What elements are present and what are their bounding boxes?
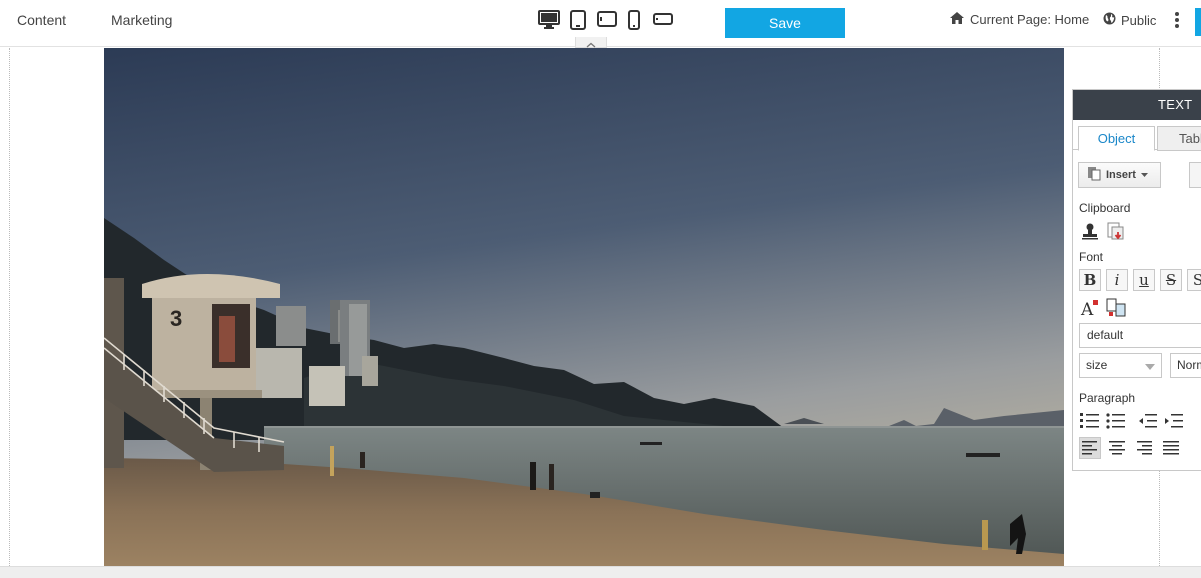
font-color-icon[interactable]: A (1079, 297, 1101, 319)
numbered-list-icon[interactable] (1079, 410, 1101, 432)
background-color-icon[interactable] (1105, 297, 1127, 319)
insert-button[interactable]: Insert (1078, 162, 1161, 188)
strikethrough-icon[interactable]: S (1160, 269, 1182, 291)
bulleted-list-icon[interactable] (1105, 410, 1127, 432)
current-page-label: Current Page: Home (970, 12, 1090, 27)
align-center-icon[interactable] (1106, 437, 1128, 459)
panel-tabs: Object Table (1073, 120, 1201, 151)
visibility-label: Public (1121, 12, 1157, 28)
chevron-up-icon (586, 42, 596, 48)
collapse-toolbar-button[interactable] (575, 37, 607, 48)
outdent-icon[interactable] (1137, 410, 1159, 432)
paste-from-word-icon[interactable] (1105, 220, 1127, 242)
italic-icon[interactable]: i (1106, 269, 1128, 291)
hero-image-beach[interactable]: 3 (104, 48, 1064, 566)
save-button[interactable]: Save (725, 8, 845, 38)
insert-label: Insert (1106, 169, 1136, 181)
desktop-icon[interactable] (538, 10, 560, 30)
align-right-icon[interactable] (1133, 437, 1155, 459)
superscript-icon[interactable]: S (1187, 269, 1201, 291)
panel-title: TEXT (1073, 90, 1201, 120)
underline-icon[interactable]: u (1133, 269, 1155, 291)
font-size-label: size (1086, 358, 1108, 372)
phone-portrait-icon[interactable] (628, 10, 640, 30)
caret-down-icon (1140, 169, 1148, 181)
secondary-insert-button[interactable] (1189, 162, 1201, 188)
bold-icon[interactable]: B (1079, 269, 1101, 291)
layout-guide-left (9, 48, 10, 578)
tablet-portrait-icon[interactable] (570, 10, 586, 30)
tab-table[interactable]: Table (1157, 126, 1201, 151)
tablet-landscape-icon[interactable] (597, 10, 617, 28)
svg-text:3: 3 (170, 306, 182, 331)
nav-content[interactable]: Content (17, 12, 66, 28)
nav-marketing[interactable]: Marketing (111, 12, 172, 28)
visibility-toggle[interactable]: Public (1103, 12, 1156, 28)
align-justify-icon[interactable] (1160, 437, 1182, 459)
home-icon (950, 12, 964, 27)
edge-button[interactable] (1195, 8, 1201, 36)
more-options-icon[interactable] (1171, 11, 1183, 31)
svg-text:A: A (1080, 300, 1094, 318)
chevron-down-icon (1145, 364, 1155, 370)
clipboard-insert-icon (1087, 166, 1101, 184)
text-editor-panel: TEXT Object Table Insert Clipboard Font … (1072, 89, 1201, 471)
bottom-scroll-strip[interactable] (0, 566, 1201, 578)
current-page-indicator[interactable]: Current Page: Home (950, 12, 1089, 27)
phone-landscape-icon[interactable] (653, 13, 673, 25)
tab-object[interactable]: Object (1078, 126, 1155, 151)
align-left-icon[interactable] (1079, 437, 1101, 459)
globe-icon (1103, 12, 1116, 28)
font-section-label: Font (1079, 250, 1104, 264)
paste-stamp-icon[interactable] (1079, 220, 1101, 242)
font-style-select[interactable]: Normal (1170, 353, 1201, 378)
paragraph-section-label: Paragraph (1079, 391, 1136, 405)
indent-icon[interactable] (1163, 410, 1185, 432)
clipboard-section-label: Clipboard (1079, 201, 1131, 215)
font-family-field[interactable]: default (1079, 323, 1201, 348)
font-size-select[interactable]: size (1079, 353, 1162, 378)
